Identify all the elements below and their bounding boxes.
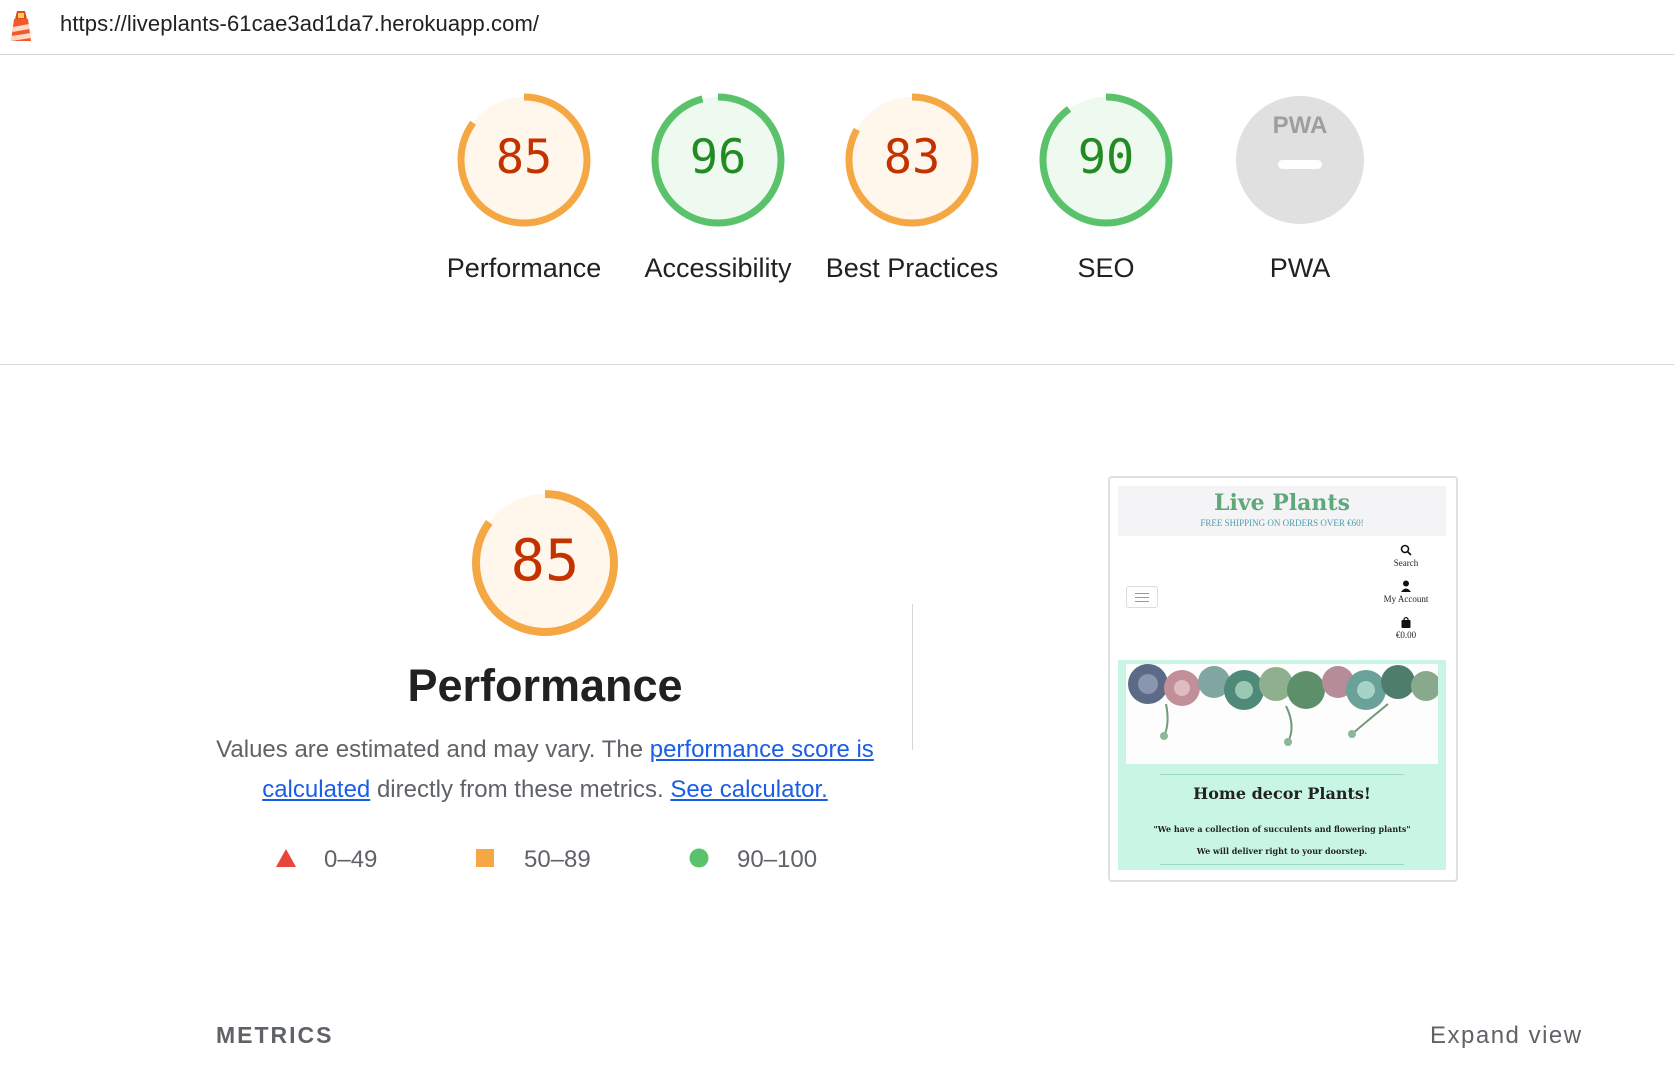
gauge-score: 83 (883, 130, 941, 185)
gauge-score: 90 (1077, 130, 1135, 185)
menu-toggle-icon (1126, 586, 1158, 608)
nav-account: My Account (1370, 580, 1442, 604)
gauge-score: 85 (495, 130, 553, 185)
site-brand: Live Plants (1214, 490, 1350, 516)
gauge-label: Best Practices (825, 253, 999, 283)
bag-icon (1401, 616, 1411, 628)
circle-icon (689, 848, 709, 868)
lighthouse-icon (11, 11, 31, 41)
gauge-best-practices[interactable]: 83 Best Practices (823, 92, 1001, 288)
gauge-label: Accessibility (644, 253, 792, 283)
nav-label: €0.00 (1395, 630, 1417, 640)
section-divider (0, 364, 1674, 365)
gauge-label: SEO (1077, 253, 1135, 283)
page-url[interactable]: https://liveplants-61cae3ad1da7.herokuap… (60, 11, 539, 37)
succulent-banner-image (1126, 664, 1438, 764)
search-icon (1400, 544, 1412, 556)
nav-bag: €0.00 (1370, 616, 1442, 640)
category-gauges: 85 Performance 96 Accessibility 83 Best … (0, 92, 1674, 362)
legend-range: 0–49 (324, 846, 378, 873)
final-screenshot[interactable]: Live Plants FREE SHIPPING ON ORDERS OVER… (1108, 476, 1458, 882)
hero-line-2: We will deliver right to your doorstep. (1196, 846, 1368, 856)
performance-title: Performance (407, 660, 683, 711)
legend-range: 50–89 (524, 846, 591, 873)
expand-view-button[interactable]: Expand view (1430, 1022, 1583, 1050)
legend-range: 90–100 (737, 846, 818, 873)
hero-divider (1160, 774, 1404, 775)
url-bar: https://liveplants-61cae3ad1da7.herokuap… (0, 0, 1674, 55)
pwa-badge-icon: PWA (1236, 96, 1364, 224)
see-calculator-link[interactable]: See calculator. (670, 776, 827, 803)
hero-heading: Home decor Plants! (1193, 784, 1371, 803)
gauge-pwa[interactable]: PWA PWA (1211, 92, 1389, 288)
desc-text: Values are estimated and may vary. The (216, 736, 650, 763)
gauge-label: Performance (446, 253, 602, 283)
pwa-badge-text: PWA (1273, 112, 1328, 139)
performance-score: 85 (510, 528, 580, 594)
gauge-label: PWA (1269, 253, 1331, 283)
nav-label: Search (1393, 558, 1419, 568)
gauge-seo[interactable]: 90 SEO (1017, 92, 1195, 288)
site-header: Live Plants FREE SHIPPING ON ORDERS OVER… (1118, 486, 1446, 536)
performance-description: Values are estimated and may vary. The p… (215, 730, 875, 810)
square-icon (476, 849, 494, 867)
nav-search: Search (1370, 544, 1442, 568)
desc-text: directly from these metrics. (370, 776, 671, 803)
gauge-performance[interactable]: 85 Performance (435, 92, 613, 288)
hero-line-1: "We have a collection of succulents and … (1153, 824, 1411, 834)
triangle-icon (276, 849, 296, 867)
user-icon (1401, 580, 1411, 592)
hero-divider (1160, 864, 1404, 865)
vertical-divider (912, 604, 913, 750)
shipping-banner: FREE SHIPPING ON ORDERS OVER €60! (1200, 518, 1364, 528)
nav-label: My Account (1383, 594, 1429, 604)
metrics-heading: METRICS (216, 1022, 334, 1048)
gauge-accessibility[interactable]: 96 Accessibility (629, 92, 807, 288)
gauge-score: 96 (689, 130, 747, 185)
